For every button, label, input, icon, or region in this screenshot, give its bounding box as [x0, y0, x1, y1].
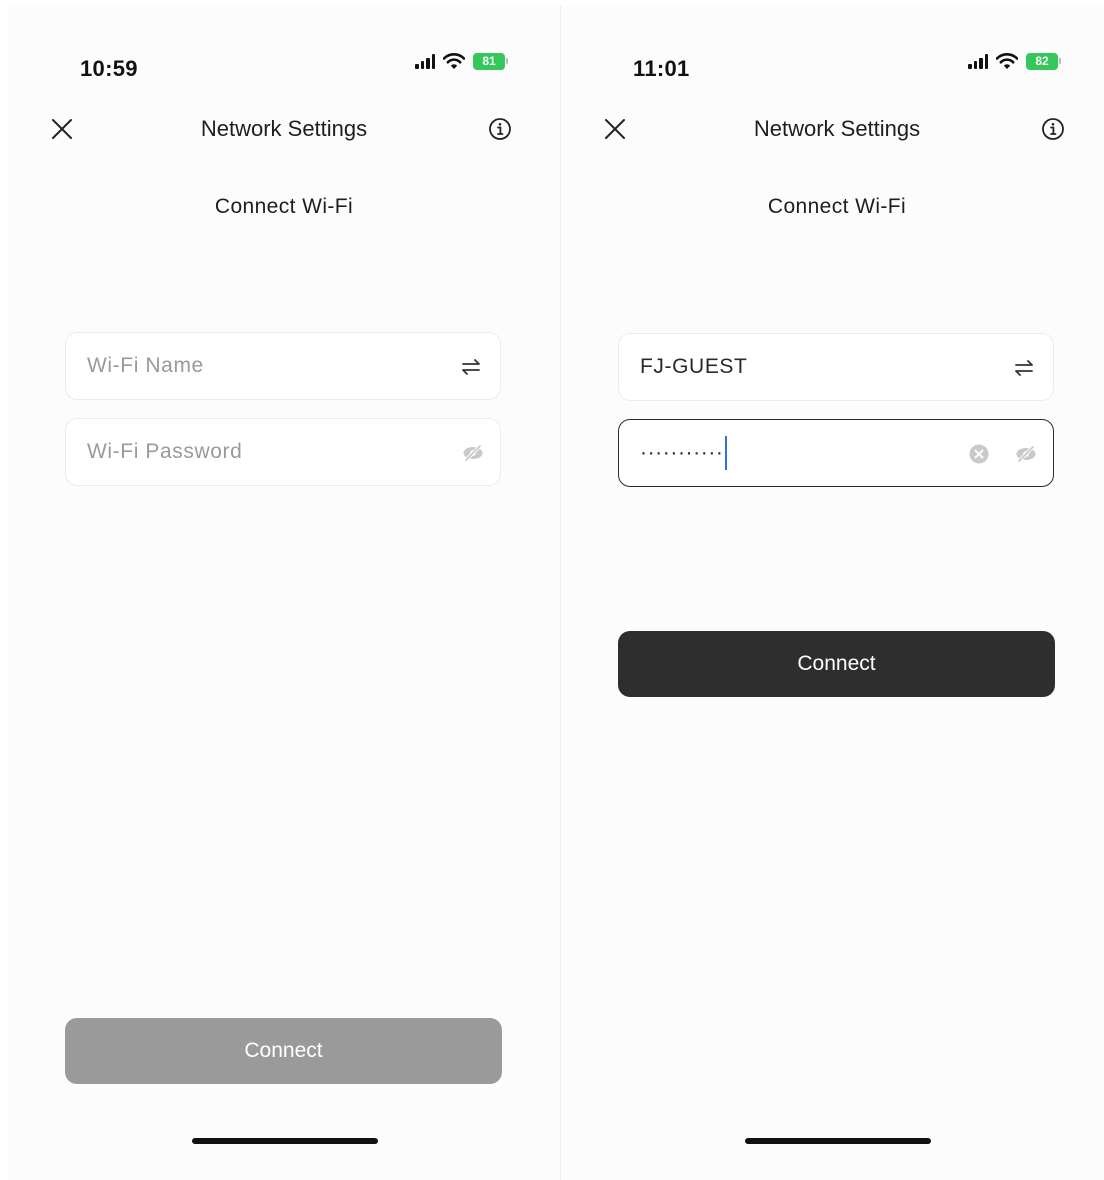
battery-level: 82	[1026, 52, 1058, 70]
status-time: 10:59	[80, 56, 138, 81]
wifi-password-field[interactable]: Wi-Fi Password	[65, 418, 501, 486]
wifi-signal-icon	[443, 53, 465, 69]
info-button[interactable]	[1041, 117, 1065, 141]
connect-button[interactable]: Connect	[65, 1018, 502, 1084]
wifi-password-placeholder: Wi-Fi Password	[87, 440, 243, 463]
wifi-password-input[interactable]: ···········	[640, 420, 727, 486]
info-button[interactable]	[488, 117, 512, 141]
wifi-password-value: ···········	[640, 441, 724, 464]
wifi-name-placeholder: Wi-Fi Name	[87, 354, 204, 377]
page-title: Network Settings	[753, 116, 921, 141]
info-icon	[489, 118, 511, 140]
status-icons: 82	[968, 52, 1061, 70]
battery-tip	[506, 58, 508, 64]
switch-network-icon[interactable]	[459, 355, 483, 379]
wifi-password-field[interactable]: ···········	[618, 419, 1054, 487]
clear-input-icon[interactable]	[967, 442, 991, 466]
home-indicator	[192, 1138, 378, 1144]
wifi-name-value: FJ-GUEST	[640, 355, 748, 378]
eye-off-icon[interactable]	[461, 441, 485, 465]
battery-tip	[1059, 58, 1061, 64]
phone-screen-empty: 10:59 81 Network Settings Connect Wi-Fi …	[8, 6, 561, 1180]
switch-network-icon[interactable]	[1012, 356, 1036, 380]
info-icon	[1042, 118, 1064, 140]
wifi-name-field[interactable]: Wi-Fi Name	[65, 332, 501, 400]
status-icons: 81	[415, 52, 508, 70]
section-heading: Connect Wi-Fi	[214, 195, 354, 218]
battery-indicator: 81	[473, 52, 508, 70]
wifi-signal-icon	[996, 53, 1018, 69]
section-heading: Connect Wi-Fi	[767, 195, 907, 218]
battery-level: 81	[473, 52, 505, 70]
comparison-canvas: 10:59 81 Network Settings Connect Wi-Fi …	[0, 0, 1104, 1180]
battery-indicator: 82	[1026, 52, 1061, 70]
cellular-signal-icon	[415, 53, 435, 69]
phone-screen-filled: 11:01 82 Network Settings Connect Wi-Fi …	[561, 6, 1104, 1180]
cellular-signal-icon	[968, 53, 988, 69]
eye-off-icon[interactable]	[1014, 442, 1038, 466]
text-cursor	[724, 436, 727, 470]
home-indicator	[745, 1138, 931, 1144]
status-time: 11:01	[633, 56, 690, 81]
wifi-name-field[interactable]: FJ-GUEST	[618, 333, 1054, 401]
page-title: Network Settings	[200, 116, 368, 141]
connect-button[interactable]: Connect	[618, 631, 1055, 697]
